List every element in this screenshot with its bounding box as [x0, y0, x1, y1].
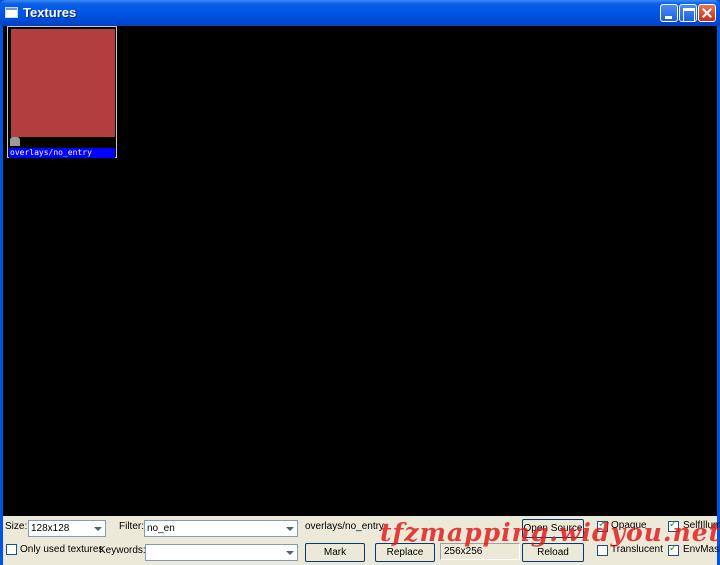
replace-button[interactable]: Replace — [375, 543, 435, 562]
close-button[interactable] — [698, 4, 716, 22]
current-texture-name: overlays/no_entry — [305, 521, 384, 532]
open-source-button[interactable]: Open Source — [522, 519, 584, 538]
filter-input[interactable]: no_en — [144, 520, 298, 537]
only-used-checkbox[interactable] — [6, 544, 17, 555]
selfillum-checkbox[interactable] — [668, 519, 679, 532]
chevron-down-icon[interactable] — [283, 522, 296, 535]
filter-label: Filter: — [119, 521, 144, 532]
opaque-label: Opaque — [611, 520, 647, 531]
window-title: Textures — [23, 5, 77, 20]
texture-handle-icon — [10, 137, 20, 146]
chevron-down-icon[interactable] — [283, 546, 296, 559]
size-label: Size: — [5, 521, 28, 532]
only-used-label: Only used textures — [20, 544, 104, 555]
textures-window: Textures overlays/no_entry Size: 128x128… — [0, 0, 720, 565]
texture-preview — [11, 29, 115, 137]
size-dropdown[interactable]: 128x128 — [28, 520, 106, 537]
opaque-checkbox[interactable] — [597, 519, 608, 532]
keywords-input[interactable] — [145, 544, 298, 561]
mark-button[interactable]: Mark — [305, 543, 365, 562]
minimize-button[interactable] — [660, 4, 678, 22]
envmask-checkbox[interactable] — [668, 543, 679, 556]
reload-button[interactable]: Reload — [522, 543, 584, 562]
window-icon — [5, 7, 18, 18]
size-value: 128x128 — [31, 523, 70, 534]
selfillum-label: SelfIllum — [683, 520, 720, 531]
title-bar[interactable]: Textures — [0, 0, 720, 26]
texture-tile[interactable]: overlays/no_entry — [7, 26, 117, 158]
texture-size-readout: 256x256 — [440, 543, 520, 560]
translucent-label: Translucent — [611, 544, 663, 555]
translucent-checkbox[interactable] — [597, 545, 608, 556]
filter-value: no_en — [147, 523, 175, 534]
texture-browser-canvas[interactable]: overlays/no_entry — [3, 26, 717, 516]
chevron-down-icon[interactable] — [91, 522, 104, 535]
texture-toolbar: Size: 128x128 Filter: no_en overlays/no_… — [3, 516, 720, 565]
texture-name-label: overlays/no_entry — [9, 148, 115, 158]
keywords-label: Keywords: — [99, 545, 146, 556]
maximize-button[interactable] — [679, 4, 697, 22]
envmask-label: EnvMask — [683, 544, 720, 555]
